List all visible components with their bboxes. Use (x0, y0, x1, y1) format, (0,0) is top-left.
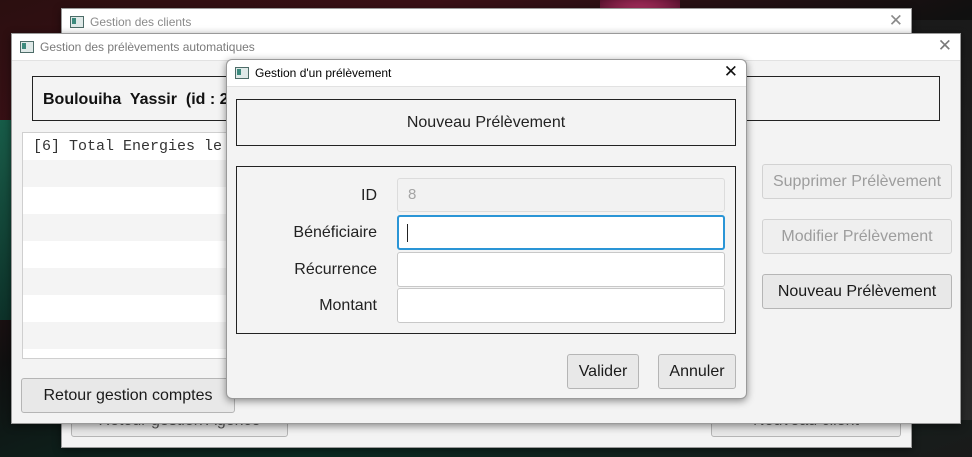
recurrence-field[interactable] (397, 252, 725, 287)
recurrence-label: Récurrence (294, 261, 377, 278)
list-item[interactable] (23, 241, 230, 268)
nouveau-prelevement-button[interactable]: Nouveau Prélèvement (762, 274, 952, 309)
list-item[interactable] (23, 268, 230, 295)
clients-window-titlebar[interactable]: Gestion des clients ✕ (62, 9, 911, 36)
app-icon (20, 41, 34, 53)
form-box: ID 8 Bénéficiaire Récurrence Montant (236, 166, 736, 334)
dialog-heading: Nouveau Prélèvement (406, 113, 566, 131)
prelevement-dialog[interactable]: Gestion d'un prélèvement ✕ Nouveau Prélè… (226, 59, 747, 399)
prelevement-dialog-titlebar[interactable]: Gestion d'un prélèvement ✕ (227, 60, 746, 87)
list-item[interactable] (23, 160, 230, 187)
prelevements-list[interactable]: [6] Total Energies le (22, 132, 231, 359)
beneficiaire-label: Bénéficiaire (293, 224, 377, 241)
id-field: 8 (397, 178, 725, 212)
supprimer-prelevement-button[interactable]: Supprimer Prélèvement (762, 164, 952, 199)
text-caret (407, 224, 408, 242)
list-item[interactable] (23, 322, 230, 349)
montant-label: Montant (319, 297, 377, 314)
modifier-prelevement-button[interactable]: Modifier Prélèvement (762, 219, 952, 254)
beneficiaire-field[interactable] (397, 215, 725, 250)
montant-field[interactable] (397, 288, 725, 323)
app-icon (70, 16, 84, 28)
clients-window-title: Gestion des clients (90, 15, 192, 29)
prelevements-window-title: Gestion des prélèvements automatiques (40, 40, 255, 54)
id-label: ID (361, 187, 377, 204)
annuler-button[interactable]: Annuler (658, 354, 736, 389)
retour-gestion-comptes-button[interactable]: Retour gestion comptes (21, 378, 235, 413)
valider-button[interactable]: Valider (567, 354, 639, 389)
list-item[interactable] (23, 187, 230, 214)
list-item[interactable] (23, 214, 230, 241)
dialog-heading-box: Nouveau Prélèvement (236, 99, 736, 146)
close-icon[interactable]: ✕ (724, 62, 738, 82)
list-item[interactable]: [6] Total Energies le (23, 133, 230, 160)
client-name: Boulouiha Yassir (id : 2 (43, 91, 229, 108)
close-icon[interactable]: ✕ (889, 11, 903, 31)
list-item[interactable] (23, 295, 230, 322)
prelevements-window-titlebar[interactable]: Gestion des prélèvements automatiques ✕ (12, 34, 960, 61)
prelevement-dialog-title: Gestion d'un prélèvement (255, 66, 392, 80)
close-icon[interactable]: ✕ (938, 36, 952, 56)
app-icon (235, 67, 249, 79)
